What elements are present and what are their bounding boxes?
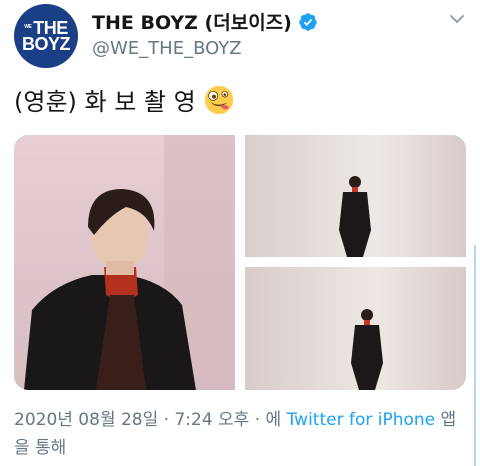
tweet-card: WE THE BOYZ THE BOYZ (더보이즈) @WE_THE_BOYZ… — [0, 0, 480, 466]
timestamp[interactable]: 2020년 08월 28일 · 7:24 오후 · 에 — [14, 410, 287, 430]
display-name[interactable]: THE BOYZ (더보이즈) — [92, 8, 292, 35]
tweet-body: (영훈) 화 보 촬 영 — [14, 88, 196, 116]
verified-badge-icon — [299, 12, 317, 31]
chevron-down-icon[interactable] — [448, 10, 466, 28]
scrollbar[interactable] — [474, 245, 476, 466]
photo-3[interactable] — [245, 267, 466, 390]
portrait-illustration — [24, 135, 235, 390]
profile-avatar[interactable]: WE THE BOYZ — [14, 4, 78, 68]
name-row: THE BOYZ (더보이즈) — [92, 8, 318, 35]
media-grid — [14, 135, 466, 390]
standing-figure-illustration — [351, 309, 383, 390]
tweet-meta: 2020년 08월 28일 · 7:24 오후 · 에 Twitter for … — [14, 406, 466, 462]
user-handle[interactable]: @WE_THE_BOYZ — [92, 38, 242, 59]
tweet-text: (영훈) 화 보 촬 영 — [14, 82, 234, 117]
source-link[interactable]: Twitter for iPhone — [287, 410, 436, 430]
zany-face-emoji — [204, 85, 233, 114]
photo-2[interactable] — [245, 135, 466, 257]
avatar-logo-boyz: BOYZ — [21, 34, 71, 54]
standing-figure-illustration — [339, 176, 371, 257]
avatar-logo-mini: WE — [24, 24, 32, 31]
photo-1[interactable] — [14, 135, 235, 390]
